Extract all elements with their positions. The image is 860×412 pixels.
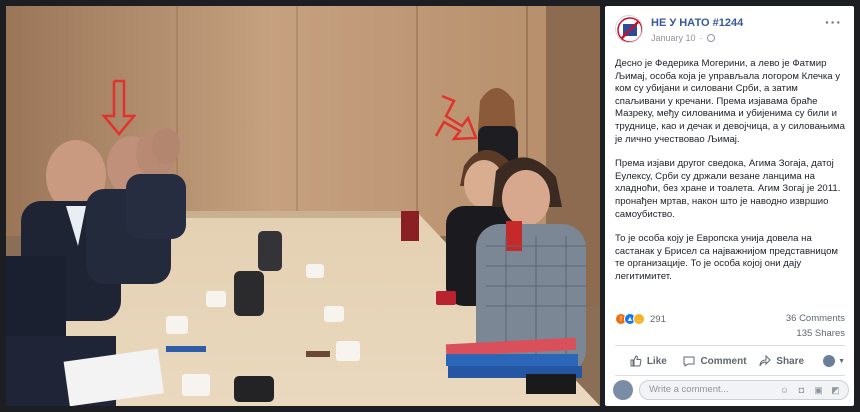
reaction-count: 291 — [650, 313, 666, 325]
sad-reaction-icon: ‥ — [633, 313, 645, 325]
gif-icon[interactable]: ▣ — [813, 384, 824, 395]
comment-icon — [683, 356, 695, 367]
post-header: НЕ У НАТО #1244 January 10 · ··· — [605, 6, 854, 50]
post-text: Десно је Федерика Могерини, а лево је Фа… — [615, 58, 849, 296]
audience-selector[interactable]: ▼ — [815, 355, 845, 367]
post-timestamp[interactable]: January 10 — [651, 33, 696, 43]
chevron-down-icon: ▼ — [838, 357, 846, 365]
like-button[interactable]: Like — [615, 355, 682, 367]
share-icon — [759, 355, 771, 367]
post-panel: НЕ У НАТО #1244 January 10 · ··· Десно ј… — [605, 6, 854, 406]
avatar — [823, 355, 836, 367]
camera-icon[interactable]: ◘ — [796, 384, 807, 395]
reactions-bar: ! ▲ ‥ 291 36 Comments 135 Shares — [615, 311, 845, 341]
post-meta: January 10 · — [651, 33, 715, 43]
divider — [615, 345, 845, 346]
post-photo[interactable] — [6, 6, 600, 406]
sticker-icon[interactable]: ◩ — [830, 384, 841, 395]
share-button[interactable]: Share — [748, 355, 815, 367]
thumbs-up-icon — [630, 355, 642, 367]
more-options-icon[interactable]: ··· — [825, 15, 842, 29]
post-paragraph: То је особа коју је Европска унија довел… — [615, 233, 839, 282]
page-logo-icon — [617, 17, 642, 42]
meeting-photo — [6, 6, 600, 406]
share-label: Share — [776, 355, 805, 367]
post-paragraph: Десно је Федерика Могерини, а лево је Фа… — [615, 58, 845, 145]
shares-count[interactable]: 135 Shares — [796, 328, 845, 339]
divider — [615, 375, 845, 376]
comment-input[interactable]: Write a comment... ☺ ◘ ▣ ◩ — [639, 380, 849, 400]
comment-tools: ☺ ◘ ▣ ◩ — [779, 384, 841, 395]
reaction-summary[interactable]: ! ▲ ‥ 291 — [615, 313, 666, 325]
emoji-icon[interactable]: ☺ — [779, 384, 790, 395]
comment-button[interactable]: Comment — [682, 355, 749, 367]
post-paragraph: Према изјави другог сведока, Агима Зогај… — [615, 158, 841, 220]
comment-label: Comment — [700, 355, 747, 367]
post-actions: Like Comment Share ▼ — [615, 350, 845, 372]
avatar[interactable] — [613, 380, 633, 400]
page-name[interactable]: НЕ У НАТО #1244 — [651, 17, 743, 29]
globe-icon — [706, 34, 715, 42]
comment-placeholder: Write a comment... — [649, 384, 729, 395]
comments-count[interactable]: 36 Comments — [786, 313, 845, 324]
page-avatar[interactable] — [615, 15, 643, 43]
comment-composer: Write a comment... ☺ ◘ ▣ ◩ — [613, 378, 849, 402]
like-label: Like — [646, 355, 667, 367]
